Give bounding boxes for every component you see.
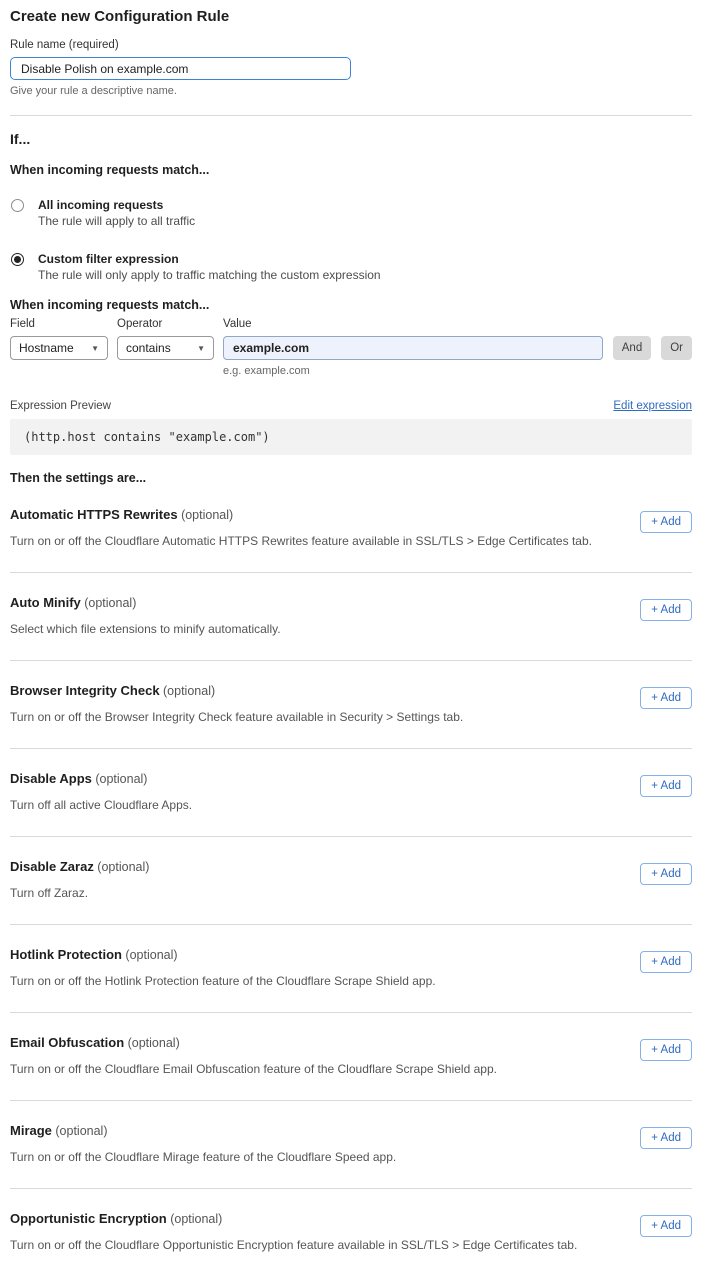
- add-button[interactable]: + Add: [640, 863, 692, 885]
- setting-row: Disable Apps (optional) Turn off all act…: [10, 749, 692, 837]
- and-button[interactable]: And: [613, 336, 651, 360]
- add-button[interactable]: + Add: [640, 687, 692, 709]
- radio-all-incoming-requests[interactable]: All incoming requests The rule will appl…: [10, 198, 692, 228]
- setting-title: Hotlink Protection: [10, 947, 122, 962]
- setting-title: Opportunistic Encryption: [10, 1211, 167, 1226]
- setting-optional: (optional): [178, 508, 234, 522]
- add-button[interactable]: + Add: [640, 1215, 692, 1237]
- rule-name-helper: Give your rule a descriptive name.: [10, 85, 692, 97]
- setting-title: Email Obfuscation: [10, 1035, 124, 1050]
- field-select[interactable]: Hostname ▼: [10, 336, 108, 360]
- rule-name-group: Rule name (required) Give your rule a de…: [10, 39, 692, 97]
- setting-title: Automatic HTTPS Rewrites: [10, 507, 178, 522]
- setting-optional: (optional): [92, 772, 148, 786]
- add-button[interactable]: + Add: [640, 511, 692, 533]
- setting-description: Turn on or off the Cloudflare Email Obfu…: [10, 1062, 692, 1076]
- or-button[interactable]: Or: [661, 336, 692, 360]
- if-heading: If...: [10, 131, 692, 147]
- setting-optional: (optional): [81, 596, 137, 610]
- field-select-value: Hostname: [19, 341, 74, 355]
- setting-description: Turn on or off the Hotlink Protection fe…: [10, 974, 692, 988]
- setting-description: Turn on or off the Browser Integrity Che…: [10, 710, 692, 724]
- setting-row: Mirage (optional) Turn on or off the Clo…: [10, 1101, 692, 1189]
- chevron-down-icon: ▼: [91, 344, 99, 353]
- setting-row: Hotlink Protection (optional) Turn on or…: [10, 925, 692, 1013]
- create-configuration-rule-page: Create new Configuration Rule Rule name …: [0, 0, 705, 1272]
- setting-description: Select which file extensions to minify a…: [10, 622, 692, 636]
- radio-label: All incoming requests: [38, 198, 195, 212]
- radio-description: The rule will only apply to traffic matc…: [38, 268, 381, 282]
- divider: [10, 115, 692, 116]
- setting-optional: (optional): [167, 1212, 223, 1226]
- setting-description: Turn on or off the Cloudflare Opportunis…: [10, 1238, 692, 1252]
- radio-label: Custom filter expression: [38, 252, 381, 266]
- setting-title: Disable Apps: [10, 771, 92, 786]
- radio-description: The rule will apply to all traffic: [38, 214, 195, 228]
- setting-row: Disable Zaraz (optional) Turn off Zaraz.…: [10, 837, 692, 925]
- setting-description: Turn on or off the Cloudflare Mirage fea…: [10, 1150, 692, 1164]
- setting-optional: (optional): [94, 860, 150, 874]
- expression-preview-label: Expression Preview: [10, 400, 111, 412]
- setting-row: Browser Integrity Check (optional) Turn …: [10, 661, 692, 749]
- match-heading: When incoming requests match...: [10, 163, 692, 177]
- setting-description: Turn on or off the Cloudflare Automatic …: [10, 534, 692, 548]
- expression-builder-row: Field Hostname ▼ Operator contains ▼ Val…: [10, 318, 692, 360]
- setting-title: Browser Integrity Check: [10, 683, 160, 698]
- setting-title: Auto Minify: [10, 595, 81, 610]
- builder-heading: When incoming requests match...: [10, 298, 692, 312]
- setting-description: Turn off Zaraz.: [10, 886, 692, 900]
- settings-list: Automatic HTTPS Rewrites (optional) Turn…: [10, 485, 692, 1272]
- rule-name-input[interactable]: [10, 57, 351, 80]
- radio-custom-filter-expression[interactable]: Custom filter expression The rule will o…: [10, 252, 692, 282]
- add-button[interactable]: + Add: [640, 1127, 692, 1149]
- add-button[interactable]: + Add: [640, 775, 692, 797]
- chevron-down-icon: ▼: [197, 344, 205, 353]
- setting-optional: (optional): [160, 684, 216, 698]
- setting-row: Opportunistic Encryption (optional) Turn…: [10, 1189, 692, 1272]
- setting-optional: (optional): [122, 948, 178, 962]
- setting-title: Disable Zaraz: [10, 859, 94, 874]
- setting-optional: (optional): [52, 1124, 108, 1138]
- setting-row: Email Obfuscation (optional) Turn on or …: [10, 1013, 692, 1101]
- rule-name-label: Rule name (required): [10, 39, 692, 51]
- radio-icon-selected[interactable]: [11, 253, 24, 266]
- operator-select-value: contains: [126, 341, 171, 355]
- value-input[interactable]: [223, 336, 603, 360]
- setting-row: Auto Minify (optional) Select which file…: [10, 573, 692, 661]
- page-title: Create new Configuration Rule: [10, 8, 692, 25]
- edit-expression-link[interactable]: Edit expression: [613, 400, 692, 412]
- add-button[interactable]: + Add: [640, 951, 692, 973]
- operator-label: Operator: [117, 318, 214, 330]
- add-button[interactable]: + Add: [640, 1039, 692, 1061]
- setting-row: Automatic HTTPS Rewrites (optional) Turn…: [10, 485, 692, 573]
- field-label: Field: [10, 318, 108, 330]
- setting-title: Mirage: [10, 1123, 52, 1138]
- setting-optional: (optional): [124, 1036, 180, 1050]
- operator-select[interactable]: contains ▼: [117, 336, 214, 360]
- value-helper: e.g. example.com: [223, 365, 692, 377]
- expression-preview-code: (http.host contains "example.com"): [10, 419, 692, 455]
- setting-description: Turn off all active Cloudflare Apps.: [10, 798, 692, 812]
- then-heading: Then the settings are...: [10, 471, 692, 485]
- value-label: Value: [223, 318, 603, 330]
- add-button[interactable]: + Add: [640, 599, 692, 621]
- radio-icon-unselected[interactable]: [11, 199, 24, 212]
